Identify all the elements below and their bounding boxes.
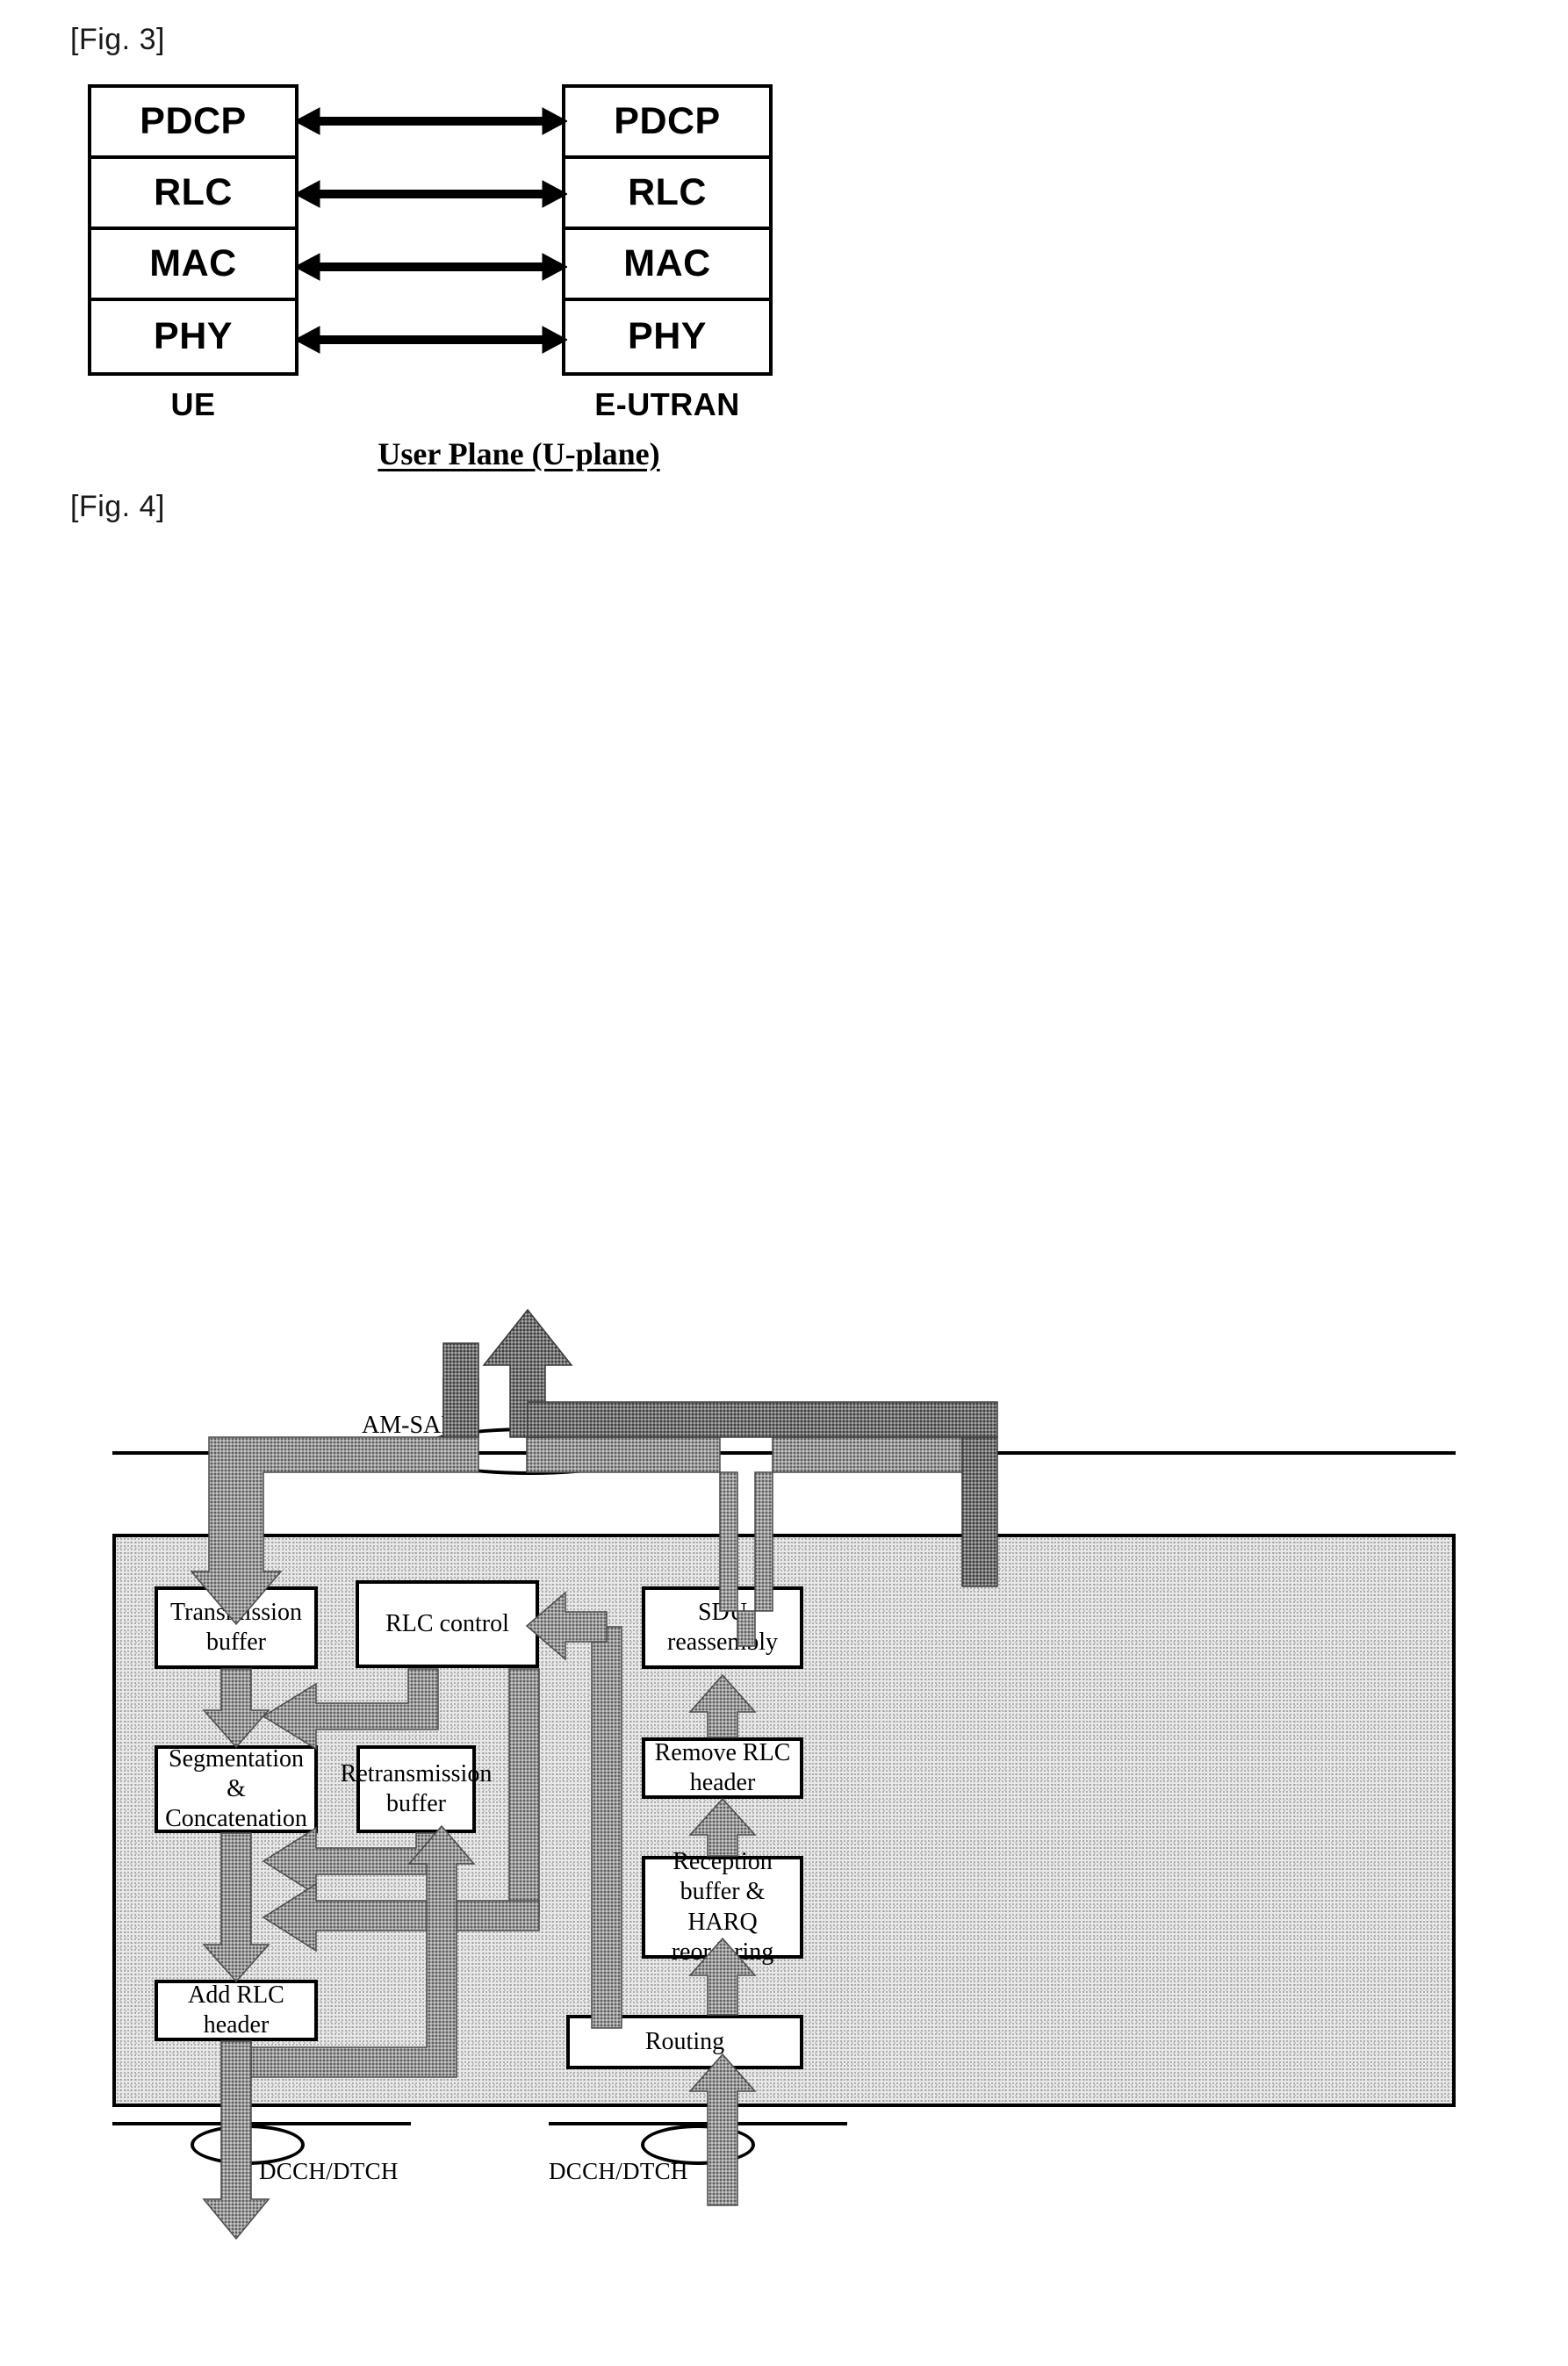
arrow-rlccontrol-vertical-down: [508, 1668, 540, 1917]
arrow-sdu-egress-top: [527, 1401, 998, 1438]
ue-layer-rlc: RLC: [91, 159, 295, 230]
eutran-node-label: E-UTRAN: [594, 386, 740, 422]
arrow-segmentation-to-addheader: [202, 1832, 270, 1983]
arrow-removeheader-to-sdureassembly: [688, 1673, 757, 1738]
mac-peer-link: [295, 253, 567, 281]
arrow-rlccontrol-to-txbuf: [262, 1668, 439, 1751]
arrow-receptionbuffer-to-removeheader: [688, 1797, 757, 1857]
ue-layer-pdcp: PDCP: [91, 88, 295, 159]
arrow-rx-vertical-up: [591, 1626, 622, 2029]
fig4-tag: [Fig. 4]: [70, 490, 165, 523]
arrow-sap-downlink-bar: [442, 1342, 479, 1438]
arrow-sdu-egress-elbow: [961, 1436, 998, 1587]
rlc-peer-link: [295, 180, 567, 208]
eutran-layer-pdcp: PDCP: [565, 88, 769, 159]
eutran-layer-mac: MAC: [565, 230, 769, 301]
ue-protocol-stack: PDCP RLC MAC PHY: [88, 84, 298, 376]
arrow-sdu-ingress: [190, 1377, 479, 1626]
fig3-tag: [Fig. 3]: [70, 23, 165, 56]
ue-node-label: UE: [170, 386, 216, 422]
arrow-routing-to-receptionbuffer: [688, 1937, 757, 2016]
arrow-rlccontrol-elbow-to-segmentation: [262, 1882, 540, 1952]
fig3-peer-links: [295, 107, 567, 354]
phy-peer-link: [295, 326, 567, 354]
arrow-rxdata-in-dcch: [688, 2053, 757, 2206]
rlc-dataflow-arrows: [190, 1308, 998, 2240]
ue-layer-mac: MAC: [91, 230, 295, 301]
eutran-layer-rlc: RLC: [565, 159, 769, 230]
eutran-protocol-stack: PDCP RLC MAC PHY: [562, 84, 773, 376]
fig3-caption: User Plane (U-plane): [378, 436, 660, 471]
arrow-txbuf-to-segmentation: [202, 1668, 270, 1749]
pdcp-peer-link: [295, 107, 567, 135]
ue-layer-phy: PHY: [154, 315, 233, 357]
eutran-layer-phy: PHY: [628, 315, 707, 357]
